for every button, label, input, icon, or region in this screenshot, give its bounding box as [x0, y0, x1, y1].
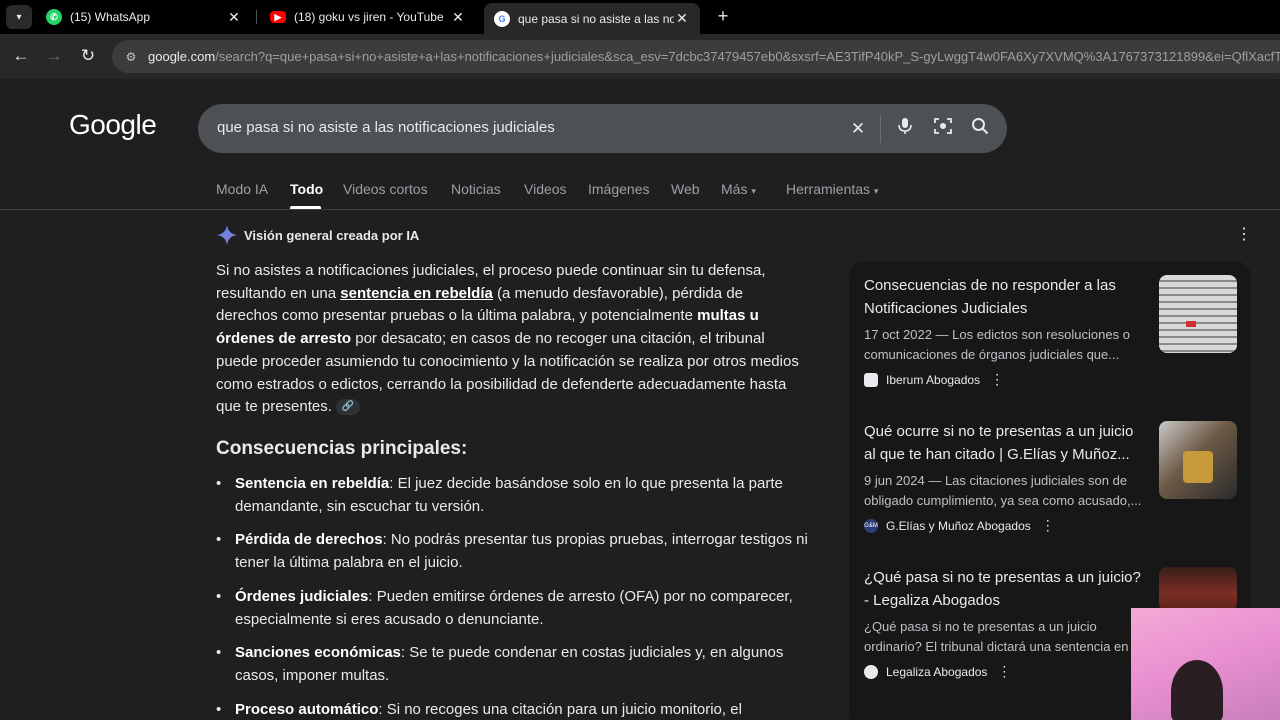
tab-title: (15) WhatsApp: [70, 10, 151, 24]
consequences-list: Sentencia en rebeldía: El juez decide ba…: [216, 473, 816, 720]
source-title[interactable]: Qué ocurre si no te presentas a un juici…: [864, 421, 1146, 466]
url-text: google.com/search?q=que+pasa+si+no+asist…: [148, 49, 1280, 64]
tab-todo[interactable]: Todo: [290, 181, 323, 197]
search-divider: [880, 115, 881, 143]
search-input[interactable]: que pasa si no asiste a las notificacion…: [217, 119, 555, 136]
tab-mas-label: Más: [721, 181, 748, 197]
site-favicon-icon: [864, 664, 878, 679]
chevron-down-icon: ▾: [751, 186, 756, 196]
source-thumbnail[interactable]: [1159, 275, 1237, 353]
tab-search-button[interactable]: ▾: [6, 5, 32, 29]
gavel-shape: [1183, 451, 1213, 483]
list-item: Sentencia en rebeldía: El juez decide ba…: [216, 473, 816, 518]
google-logo[interactable]: Google: [69, 109, 157, 141]
whatsapp-icon: ✆: [46, 9, 62, 25]
webcam-overlay: [1131, 608, 1280, 720]
new-tab-icon[interactable]: +: [712, 5, 734, 27]
tab-title: (18) goku vs jiren - YouTube: [294, 10, 444, 24]
active-tab-indicator: [290, 206, 321, 209]
lens-icon[interactable]: [931, 117, 955, 141]
section-heading: Consecuencias principales:: [216, 438, 468, 459]
browser-tabstrip: ▾ ✆ (15) WhatsApp ✕ ▶ (18) goku vs jiren…: [0, 0, 1280, 34]
source-snippet: ¿Qué pasa si no te presentas a un juicio…: [864, 619, 1129, 655]
clear-icon[interactable]: ✕: [846, 117, 870, 141]
youtube-icon: ▶: [270, 11, 286, 23]
address-bar[interactable]: ⚙ google.com/search?q=que+pasa+si+no+asi…: [112, 40, 1280, 73]
source-snippet: 17 oct 2022 — Los edictos son resolucion…: [864, 327, 1130, 363]
close-tab-icon[interactable]: ✕: [226, 9, 242, 26]
site-settings-icon[interactable]: ⚙: [122, 48, 140, 66]
forward-icon[interactable]: →: [42, 44, 66, 68]
list-item-term: Sanciones económicas: [235, 644, 401, 662]
list-item-term: Órdenes judiciales: [235, 587, 369, 605]
url-host: google.com: [148, 49, 216, 64]
url-path: /search?q=que+pasa+si+no+asiste+a+las+no…: [215, 49, 1280, 64]
tab-web[interactable]: Web: [671, 181, 700, 197]
tab-herramientas[interactable]: Herramientas ▾: [786, 181, 878, 197]
source-site-name: G.Elías y Muñoz Abogados: [886, 518, 1031, 533]
site-favicon-icon: [864, 372, 878, 387]
list-item: Pérdida de derechos: No podrás presentar…: [216, 529, 816, 574]
ai-overview-title: Visión general creada por IA: [244, 227, 420, 243]
tab-google-search[interactable]: G que pasa si no asiste a las notif ✕: [484, 3, 700, 34]
source-title[interactable]: Consecuencias de no responder a las Noti…: [864, 275, 1146, 320]
back-icon[interactable]: ←: [9, 44, 33, 68]
source-snippet: 9 jun 2024 — Las citaciones judiciales s…: [864, 473, 1142, 509]
source-menu-icon[interactable]: ⋮: [990, 371, 1004, 388]
tab-title: que pasa si no asiste a las notif: [518, 11, 674, 26]
tab-modo-ia[interactable]: Modo IA: [216, 181, 268, 197]
tab-herramientas-label: Herramientas: [786, 181, 871, 197]
more-options-icon[interactable]: ⋮: [1236, 226, 1252, 244]
search-nav-tabs: Modo IA Todo Videos cortos Noticias Vide…: [0, 176, 1280, 210]
close-tab-icon[interactable]: ✕: [674, 10, 690, 27]
search-icon[interactable]: [968, 117, 992, 141]
chevron-down-icon: ▾: [873, 186, 879, 196]
tab-whatsapp[interactable]: ✆ (15) WhatsApp ✕: [36, 4, 252, 30]
sentencia-rebeldia-link[interactable]: sentencia en rebeldía: [340, 285, 493, 302]
source-menu-icon[interactable]: ⋮: [997, 663, 1011, 680]
list-item-text: : Si no recoges una citación para un jui…: [378, 700, 742, 718]
list-item: Proceso automático: Si no recoges una ci…: [216, 699, 816, 720]
site-favicon-icon: G&M: [864, 518, 878, 533]
tab-mas[interactable]: Más ▾: [721, 181, 756, 197]
list-item-term: Proceso automático: [235, 700, 379, 718]
tab-videos[interactable]: Videos: [524, 181, 567, 197]
close-tab-icon[interactable]: ✕: [450, 9, 466, 26]
tab-separator: [256, 10, 257, 24]
source-thumbnail[interactable]: [1159, 421, 1237, 499]
browser-toolbar: ← → ↻ ⚙ google.com/search?q=que+pasa+si+…: [0, 34, 1280, 79]
google-icon: G: [494, 10, 510, 27]
list-item-term: Sentencia en rebeldía: [235, 475, 390, 492]
link-icon[interactable]: 🔗: [336, 399, 361, 416]
tab-youtube[interactable]: ▶ (18) goku vs jiren - YouTube ✕: [260, 4, 476, 30]
source-site-name: Legaliza Abogados: [886, 664, 988, 679]
list-item-term: Pérdida de derechos: [235, 531, 383, 549]
tab-imagenes[interactable]: Imágenes: [588, 181, 649, 197]
search-box[interactable]: que pasa si no asiste a las notificacion…: [198, 104, 1007, 153]
thumbnail-mark: [1186, 321, 1196, 327]
tab-videos-cortos[interactable]: Videos cortos: [343, 181, 428, 197]
source-title[interactable]: ¿Qué pasa si no te presentas a un juicio…: [864, 567, 1146, 612]
microphone-icon[interactable]: [893, 117, 917, 141]
ai-overview-header: Visión general creada por IA: [216, 224, 419, 246]
source-menu-icon[interactable]: ⋮: [1041, 517, 1055, 534]
source-card[interactable]: Qué ocurre si no te presentas a un juici…: [864, 421, 1239, 534]
source-card[interactable]: Consecuencias de no responder a las Noti…: [864, 275, 1239, 388]
person-silhouette: [1171, 660, 1223, 720]
source-site[interactable]: Iberum Abogados ⋮: [864, 371, 1239, 388]
source-thumbnail[interactable]: [1159, 567, 1237, 611]
tab-noticias[interactable]: Noticias: [451, 181, 501, 197]
list-item: Órdenes judiciales: Pueden emitirse órde…: [216, 586, 816, 631]
ai-overview-summary: Si no asistes a notificaciones judiciale…: [216, 260, 806, 419]
source-site-name: Iberum Abogados: [886, 372, 981, 387]
reload-icon[interactable]: ↻: [76, 44, 100, 68]
list-item: Sanciones económicas: Se te puede conden…: [216, 642, 816, 687]
gemini-sparkle-icon: [217, 225, 237, 245]
source-site[interactable]: G&M G.Elías y Muñoz Abogados ⋮: [864, 517, 1239, 534]
